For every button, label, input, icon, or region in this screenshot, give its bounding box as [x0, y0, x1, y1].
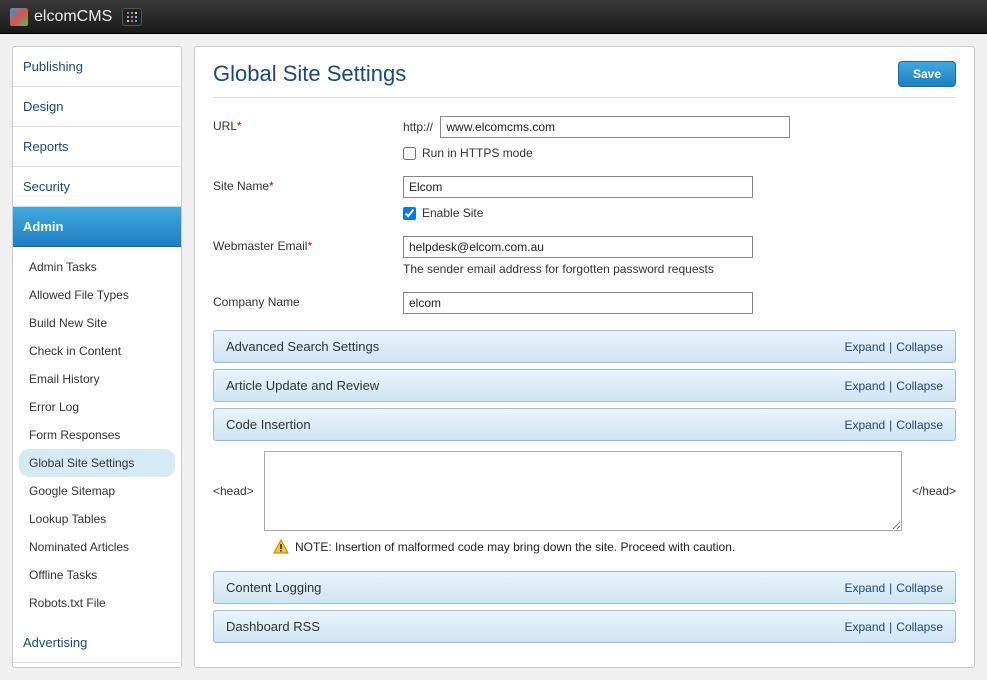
accordion-title: Article Update and Review: [226, 378, 379, 393]
sidebar-item[interactable]: Nominated Articles: [13, 533, 181, 561]
top-bar: elcomCMS: [0, 0, 987, 34]
sidebar-section-security[interactable]: Security: [13, 167, 181, 207]
accordion-header[interactable]: Code InsertionExpand|Collapse: [213, 408, 956, 441]
sidebar-item[interactable]: Offline Tasks: [13, 561, 181, 589]
sidebar-section-design[interactable]: Design: [13, 87, 181, 127]
warning-text: NOTE: Insertion of malformed code may br…: [295, 540, 735, 554]
company-input[interactable]: [403, 292, 753, 314]
collapse-link[interactable]: Collapse: [896, 379, 943, 393]
collapse-link[interactable]: Collapse: [896, 418, 943, 432]
sidebar-section-advertising[interactable]: Advertising: [13, 623, 181, 663]
https-label[interactable]: Run in HTTPS mode: [422, 146, 533, 160]
url-prefix: http://: [403, 120, 433, 134]
accordion-header[interactable]: Article Update and ReviewExpand|Collapse: [213, 369, 956, 402]
sidebar-section-publishing[interactable]: Publishing: [13, 47, 181, 87]
collapse-link[interactable]: Collapse: [896, 340, 943, 354]
save-button[interactable]: Save: [898, 61, 956, 87]
accordion-title: Content Logging: [226, 580, 321, 595]
head-open-tag: <head>: [213, 484, 254, 498]
https-checkbox[interactable]: [403, 147, 416, 160]
accordion-header[interactable]: Dashboard RSSExpand|Collapse: [213, 610, 956, 643]
collapse-link[interactable]: Collapse: [896, 620, 943, 634]
page-title: Global Site Settings: [213, 61, 406, 87]
sidebar-item[interactable]: Robots.txt File: [13, 589, 181, 617]
grid-icon: [126, 11, 138, 23]
webmaster-label: Webmaster Email*: [213, 236, 403, 253]
url-label: URL*: [213, 116, 403, 133]
brand-logo-icon: [10, 8, 28, 26]
brand-block: elcomCMS: [10, 8, 112, 26]
head-code-textarea[interactable]: [264, 451, 902, 531]
warning-icon: [273, 539, 289, 555]
accordion-title: Dashboard RSS: [226, 619, 320, 634]
webmaster-help: The sender email address for forgotten p…: [403, 262, 956, 276]
accordion-title: Advanced Search Settings: [226, 339, 379, 354]
expand-link[interactable]: Expand: [844, 340, 885, 354]
sidebar-item[interactable]: Allowed File Types: [13, 281, 181, 309]
sidebar-item[interactable]: Google Sitemap: [13, 477, 181, 505]
accordion-header[interactable]: Advanced Search SettingsExpand|Collapse: [213, 330, 956, 363]
sidebar-item[interactable]: Global Site Settings: [19, 449, 175, 477]
main-content: Global Site Settings Save URL* http:// R…: [194, 46, 975, 668]
collapse-link[interactable]: Collapse: [896, 581, 943, 595]
expand-link[interactable]: Expand: [844, 418, 885, 432]
sidebar-item[interactable]: Lookup Tables: [13, 505, 181, 533]
brand-name: elcomCMS: [34, 8, 112, 26]
sidebar-item[interactable]: Check in Content: [13, 337, 181, 365]
accordion-title: Code Insertion: [226, 417, 311, 432]
webmaster-input[interactable]: [403, 236, 753, 258]
code-warning: NOTE: Insertion of malformed code may br…: [273, 539, 956, 555]
sidebar-item[interactable]: Error Log: [13, 393, 181, 421]
url-input[interactable]: [440, 116, 790, 138]
sidebar-item[interactable]: Build New Site: [13, 309, 181, 337]
expand-link[interactable]: Expand: [844, 379, 885, 393]
sidebar-section-reports[interactable]: Reports: [13, 127, 181, 167]
code-insertion-body: <head> </head>: [213, 451, 956, 531]
accordion-header[interactable]: Content LoggingExpand|Collapse: [213, 571, 956, 604]
sitename-input[interactable]: [403, 176, 753, 198]
sidebar: PublishingDesignReportsSecurityAdmin Adm…: [12, 46, 182, 668]
apps-button[interactable]: [122, 8, 142, 26]
company-label: Company Name: [213, 292, 403, 309]
expand-link[interactable]: Expand: [844, 620, 885, 634]
enable-site-checkbox[interactable]: [403, 207, 416, 220]
head-close-tag: </head>: [912, 484, 956, 498]
sidebar-item[interactable]: Email History: [13, 365, 181, 393]
sidebar-item[interactable]: Admin Tasks: [13, 253, 181, 281]
sitename-label: Site Name*: [213, 176, 403, 193]
enable-site-label[interactable]: Enable Site: [422, 206, 483, 220]
sidebar-section-admin[interactable]: Admin: [13, 207, 181, 247]
sidebar-item[interactable]: Form Responses: [13, 421, 181, 449]
expand-link[interactable]: Expand: [844, 581, 885, 595]
